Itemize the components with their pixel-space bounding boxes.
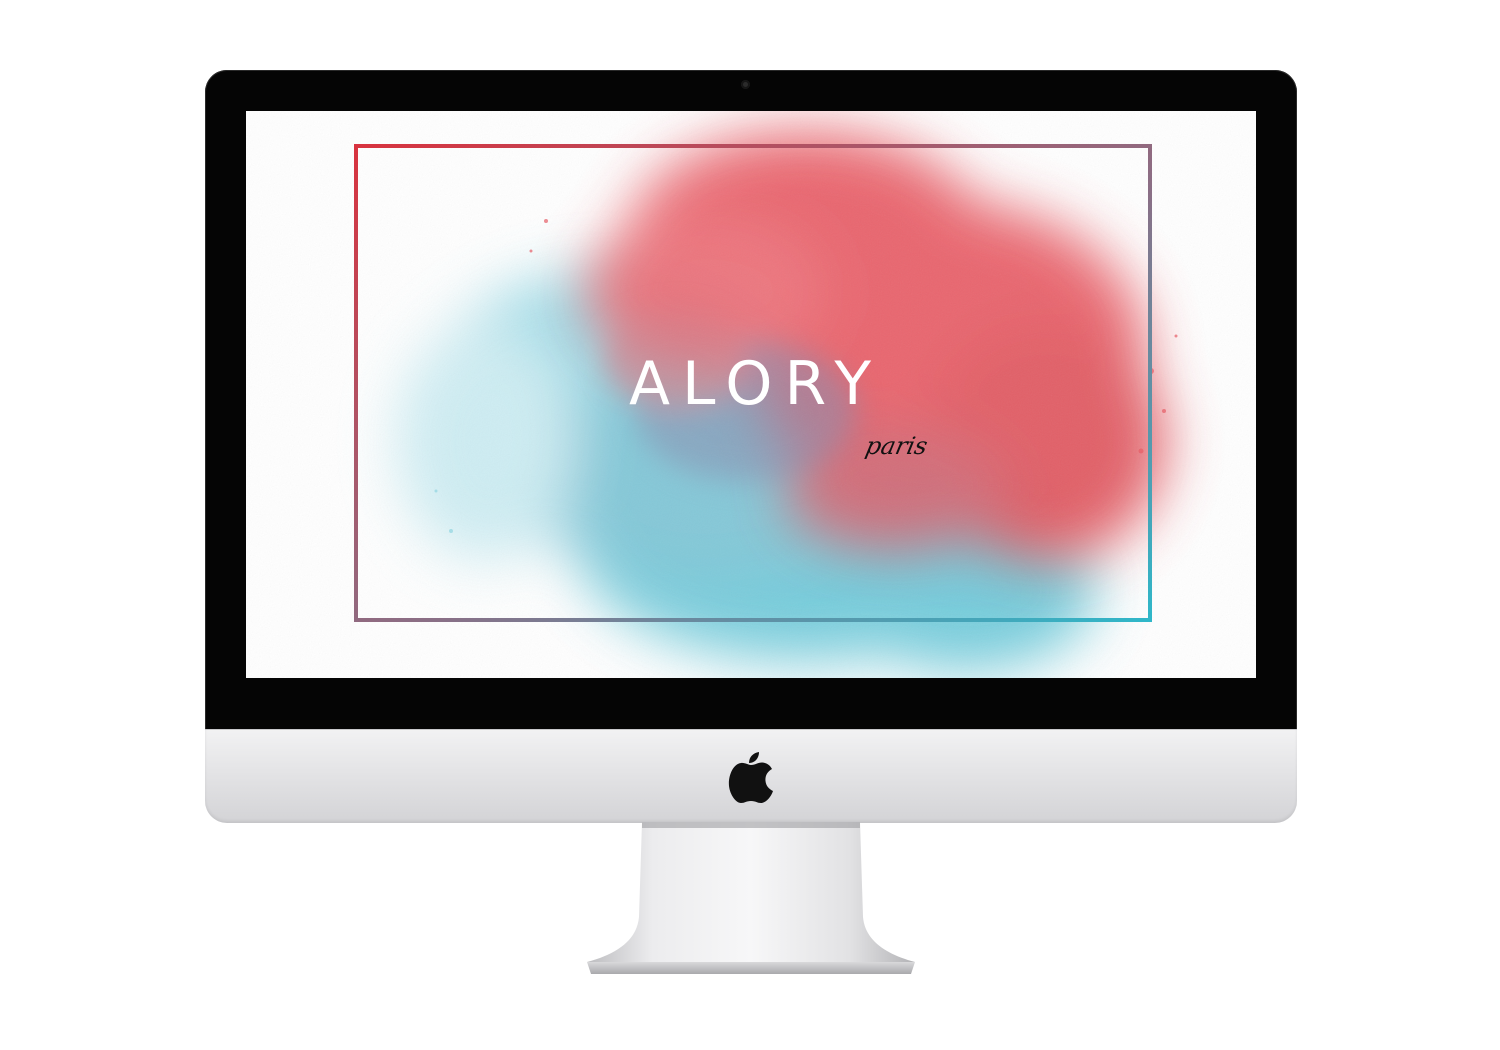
apple-logo-icon [728, 752, 773, 803]
brand-tagline: paris [863, 432, 931, 460]
brand-title: ALORY [628, 349, 884, 419]
monitor-stand [587, 822, 915, 974]
desktop-monitor: ALORY paris [0, 0, 1500, 1050]
camera-icon [741, 80, 750, 89]
monitor-screen: ALORY paris [246, 111, 1256, 678]
